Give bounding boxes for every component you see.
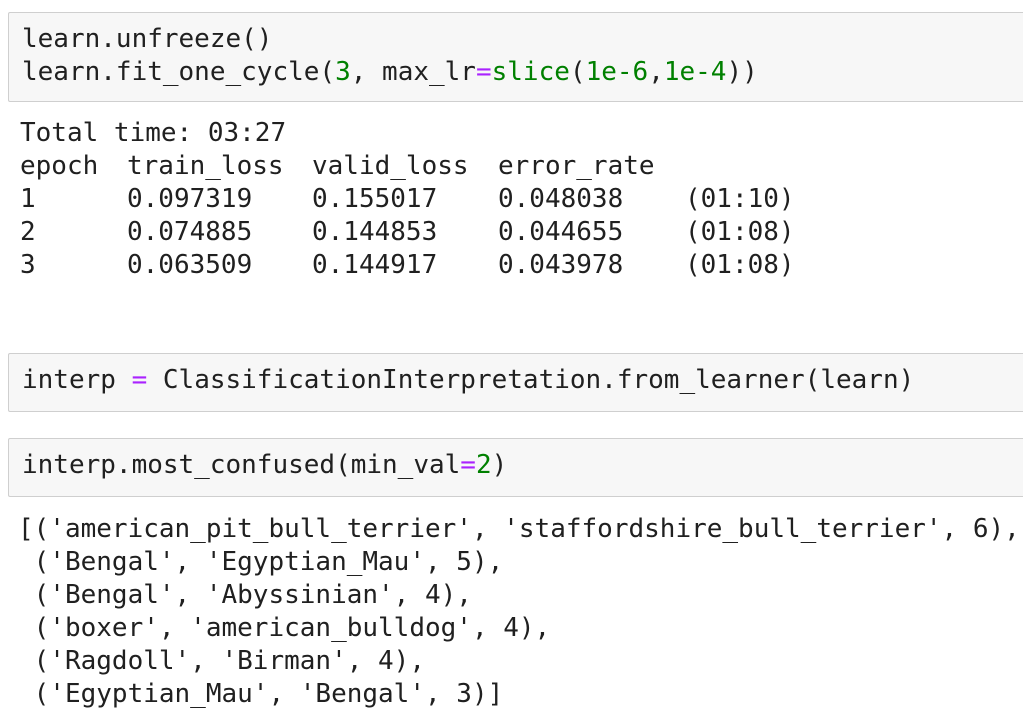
code-token: )) [726,57,758,87]
list-item: ('Bengal', 'Abyssinian', 4), [18,580,472,610]
code-token: interp.most_confused(min_val [22,450,461,480]
header-valid-loss: valid_loss [312,151,469,181]
cell-epoch: 2 [20,217,36,247]
code-token: ) [491,450,508,480]
code-operator: = [460,450,476,480]
total-time-text: Total time: 03:27 [20,118,287,148]
code-token: , [648,57,664,87]
cell-train-loss: 0.063509 [127,250,253,280]
code-line-unfreeze: learn.unfreeze() [22,24,273,54]
cell-valid-loss: 0.155017 [312,184,438,214]
code-line-interp: interp = ClassificationInterpretation.fr… [22,364,1023,397]
code-token: , max_lr [350,57,476,87]
cell-train-loss: 0.074885 [127,217,253,247]
code-token: ( [569,57,586,87]
code-line-fit-one-cycle: learn.fit_one_cycle(3, max_lr=slice(1e-6… [22,56,1023,89]
cell-duration: (01:08) [685,250,795,280]
header-error-rate: error_rate [498,151,655,181]
list-item: ('Egyptian_Mau', 'Bengal', 3)] [18,679,504,709]
cell-error-rate: 0.044655 [498,217,624,247]
cell-valid-loss: 0.144853 [312,217,438,247]
code-operator: = [475,57,492,87]
list-item: ('boxer', 'american_bulldog', 4), [18,613,551,643]
table-row: 2 0.074885 0.144853 0.044655 (01:08) [20,216,1020,249]
cell-duration: (01:08) [685,217,795,247]
table-row: 3 0.063509 0.144917 0.043978 (01:08) [20,249,1020,282]
code-number: 1e-4 [663,57,727,87]
cell-valid-loss: 0.144917 [312,250,438,280]
code-line-most-confused: interp.most_confused(min_val=2) [22,449,1023,482]
cell-train-loss: 0.097319 [127,184,253,214]
header-epoch: epoch [20,151,99,181]
code-token: ClassificationInterpretation.from_learne… [147,365,915,395]
cell-duration: (01:10) [685,184,795,214]
code-cell-interpretation[interactable]: interp = ClassificationInterpretation.fr… [8,353,1023,412]
training-table-header: epoch train_loss valid_loss error_rate [20,150,1020,183]
cell-output-most-confused: [('american_pit_bull_terrier', 'stafford… [18,513,1020,711]
cell-epoch: 1 [20,184,36,214]
header-train-loss: train_loss [127,151,284,181]
cell-epoch: 3 [20,250,36,280]
code-operator: = [131,365,148,395]
code-token: interp [22,365,132,395]
list-item: [('american_pit_bull_terrier', 'stafford… [18,514,1020,544]
table-row: 1 0.097319 0.155017 0.048038 (01:10) [20,183,1020,216]
code-number: 2 [475,450,492,480]
cell-output-training: Total time: 03:27 epoch train_loss valid… [20,117,1020,282]
code-cell-most-confused[interactable]: interp.most_confused(min_val=2) [8,438,1023,497]
code-cell-fit-one-cycle[interactable]: learn.unfreeze() learn.fit_one_cycle(3, … [8,12,1023,102]
list-item: ('Ragdoll', 'Birman', 4), [18,646,425,676]
list-item: ('Bengal', 'Egyptian_Mau', 5), [18,547,504,577]
code-number: 1e-6 [585,57,649,87]
code-builtin: slice [491,57,570,87]
cell-error-rate: 0.043978 [498,250,624,280]
code-token: learn.fit_one_cycle( [22,57,336,87]
cell-error-rate: 0.048038 [498,184,624,214]
code-number: 3 [335,57,351,87]
